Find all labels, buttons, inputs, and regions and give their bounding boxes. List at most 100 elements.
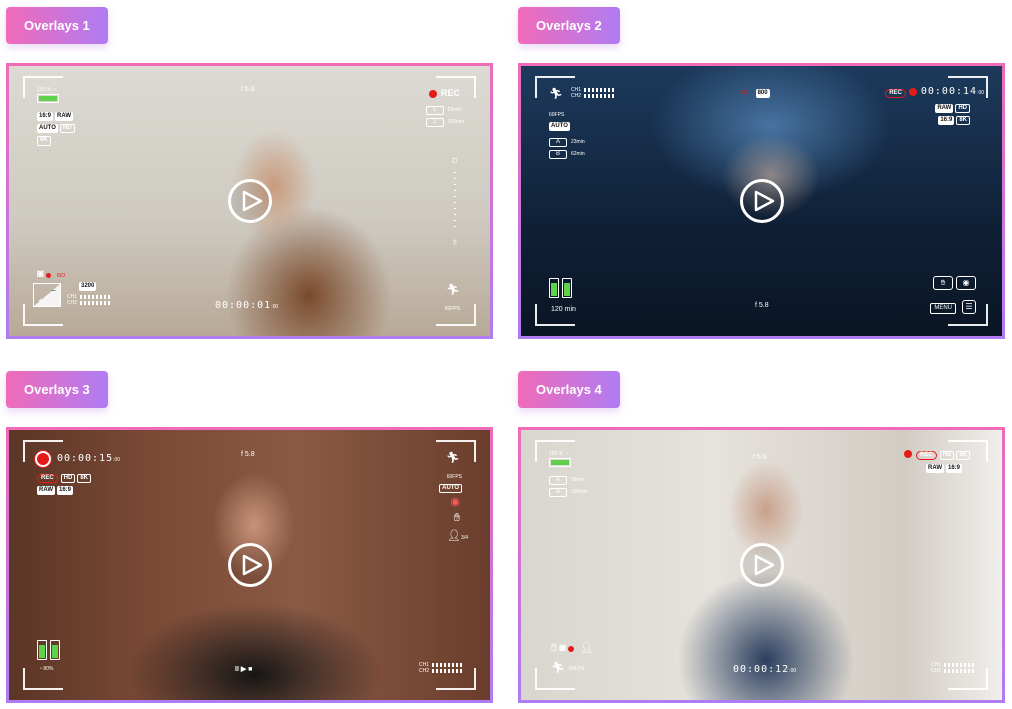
8k-chip: 8K [37, 136, 51, 146]
slot-time: 62min [571, 151, 585, 158]
rec-label: REC [915, 450, 937, 461]
8k-chip: 8K [956, 450, 970, 461]
timecode: 00:00:01:00 [215, 300, 278, 312]
fstop-label: f 5.8 [241, 451, 255, 458]
rec-indicator: REC [428, 88, 460, 99]
video-frame: 100 % ◔ 16:9 RAW AUTO HD 8K f 5.8 REC 1 59m… [6, 63, 493, 339]
play-button[interactable] [739, 543, 784, 587]
play-button[interactable] [227, 543, 272, 587]
rec-timecode: 00:00:15:00 [35, 451, 120, 467]
video-thumbnail[interactable]: 00:00:15:00 REC HD 8K RAW 16:9 f 5.8 🏃︎ 60F… [9, 430, 490, 700]
wifi-percent: 80% [43, 666, 54, 672]
battery-status: 100 % ◔ [37, 86, 59, 104]
eye-icon[interactable]: ◉ [956, 276, 976, 290]
rec-dot-icon[interactable] [567, 646, 574, 653]
format-chips: 16:9 RAW AUTO HD 8K [37, 112, 77, 146]
audio-meter [944, 663, 974, 667]
rec-label: REC [885, 89, 906, 99]
raw-chip: RAW [925, 464, 944, 474]
storage-slots: 1 59min 2 100min [425, 106, 464, 128]
format-chips: REC HD 8K RAW 16:9 [37, 474, 93, 496]
play-icon [754, 554, 774, 576]
svg-text:+: + [38, 296, 43, 305]
audio-meter [432, 663, 462, 667]
overlay-title-badge[interactable]: Overlays 4 [518, 371, 620, 408]
light-bulb-icon: ♁ [450, 236, 459, 248]
wifi-icon: ◔ [565, 451, 569, 457]
slot-time: 100min [447, 119, 464, 126]
slot-number: 2 [425, 118, 444, 128]
overlay-title-badge[interactable]: Overlays 3 [6, 371, 108, 408]
person-count-label: 3/4 [461, 535, 468, 541]
iso-label: ISO [739, 90, 748, 96]
audio-meter [944, 669, 974, 673]
hand-icon[interactable]: ✋︎ [551, 642, 557, 654]
battery-icon [37, 94, 59, 104]
timecode-main: 00:00:12 [733, 664, 790, 675]
person-icon[interactable]: 👤︎ [580, 642, 594, 654]
overlay-title-badge[interactable]: Overlays 1 [6, 7, 108, 44]
fstop-label: f 5.8 [755, 302, 769, 309]
aspect-chip: 16:9 [938, 116, 955, 126]
play-button[interactable] [227, 179, 272, 223]
hd-chip: HD [59, 124, 75, 134]
control-icons: ✋︎ ◉ [930, 276, 976, 290]
battery-status [549, 278, 575, 301]
video-frame: 100 % ◔ A 59min B 100min f 5.8 REC HD 8K RAW… [518, 427, 1005, 703]
rec-dot-icon[interactable] [35, 451, 51, 467]
aspect-chip: 16:9 [37, 112, 54, 122]
camera-icon[interactable]: ◙ [559, 642, 566, 654]
wifi-icon: ◔ [53, 87, 57, 93]
channel-label: CH2 [571, 93, 582, 99]
battery-icon [562, 278, 572, 298]
auto-chip: AUTO [549, 122, 570, 132]
slot-number: A [549, 138, 567, 148]
aspect-chip: 16:9 [57, 486, 74, 496]
hd-chip: HD [60, 474, 76, 484]
auto-chip-wrap: AUTO [549, 122, 572, 132]
8k-chip: 8K [77, 474, 92, 484]
camera-icon: ◙ [37, 268, 44, 280]
svg-text:−: − [51, 286, 56, 295]
auto-chip-wrap: AUTO [439, 484, 464, 494]
raw-chip: RAW [37, 486, 55, 496]
list-icon[interactable]: ☰ [962, 300, 976, 314]
rec-dot-icon [45, 272, 51, 278]
audio-meters: CH1 CH2 [419, 662, 462, 674]
aspect-chip: 16:9 [945, 464, 962, 474]
8k-chip: 8K [956, 116, 970, 126]
video-thumbnail[interactable]: 100 % ◔ 16:9 RAW AUTO HD 8K f 5.8 REC 1 59m… [9, 66, 490, 336]
iso-value: 3200 [79, 282, 98, 292]
audio-meters: CH1 CH2 [931, 662, 974, 674]
audio-meter [584, 88, 615, 92]
play-icon [242, 190, 262, 212]
rec-dot-icon [903, 450, 912, 458]
battery-percent: 100 % [37, 87, 52, 93]
slot-time: 23min [571, 139, 585, 145]
play-button[interactable] [739, 179, 784, 223]
video-thumbnail[interactable]: 100 % ◔ A 59min B 100min f 5.8 REC HD 8K RAW… [521, 430, 1002, 700]
fstop-label: f 5.8 [241, 86, 255, 93]
wifi-status: ◔ 80% [39, 666, 53, 672]
rec-indicator: REC 00:00:14:00 [885, 86, 984, 99]
iso-chip: 3200 [79, 282, 97, 292]
video-thumbnail[interactable]: 🏃︎ CH1 CH2 ISO 800 REC 00:00:14:00 RAW HD … [521, 66, 1002, 336]
hand-icon[interactable]: ✋︎ [933, 276, 953, 290]
timecode-frames: 00 [790, 668, 797, 674]
hand-icon: ✋︎ [453, 512, 460, 524]
battery-percent: 100 % [549, 451, 564, 457]
transport-controls[interactable]: II ▶ ■ [235, 666, 252, 674]
timecode-frames: 00 [114, 456, 121, 463]
running-person-icon: 🏃︎ [446, 452, 460, 464]
running-person-icon: 🏃︎ [551, 662, 565, 674]
menu-controls: MENU ☰ [930, 300, 976, 315]
rec-indicator: REC HD 8K [903, 450, 972, 461]
overlay-title-badge[interactable]: Overlays 2 [518, 7, 620, 44]
storage-slots: A 23min B 62min [549, 138, 585, 160]
fps-label: 60FPS [549, 112, 565, 118]
camera-controls: ◙ ISO [37, 268, 65, 281]
fps-label: 60FPS [444, 306, 460, 312]
rec-label: REC [440, 88, 460, 98]
menu-button[interactable]: MENU [930, 303, 956, 315]
battery-status: 100 % ◔ [549, 450, 571, 468]
